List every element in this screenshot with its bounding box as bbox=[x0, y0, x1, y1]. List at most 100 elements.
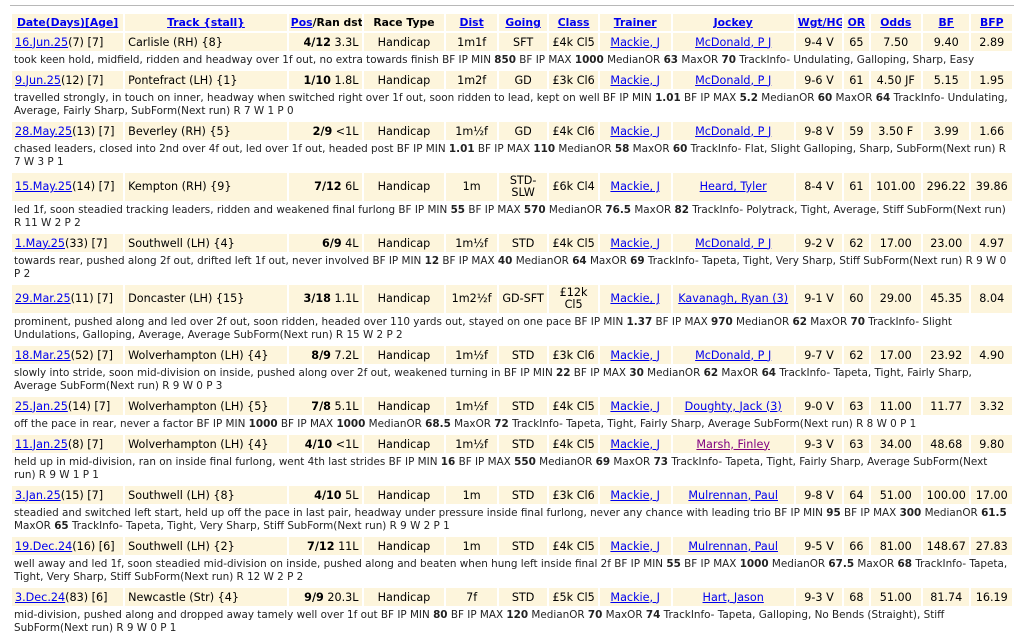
header-dist[interactable]: Dist bbox=[446, 14, 497, 31]
race-date-link[interactable]: 25.Jan.25 bbox=[15, 400, 68, 413]
comment-stat: 65 bbox=[54, 520, 69, 532]
comment-text: MaxOR bbox=[586, 255, 631, 267]
header-track[interactable]: Track {stall} bbox=[125, 14, 287, 31]
comment-stat: 58 bbox=[614, 143, 630, 155]
comment-text: MaxOR bbox=[678, 54, 722, 66]
jockey-link[interactable]: Kavanagh, Ryan (3) bbox=[678, 292, 788, 305]
position-cell: 3/18 1.1L bbox=[288, 285, 362, 313]
header-bf[interactable]: BF bbox=[923, 14, 970, 31]
comment-stat: 69 bbox=[595, 456, 611, 468]
date-cell: 16.Jun.25(7) [7] bbox=[12, 33, 124, 51]
race-comment: took keen hold, midfield, ridden and hea… bbox=[12, 53, 1012, 69]
distance-cell: 1m½f bbox=[446, 122, 497, 140]
trainer-link[interactable]: Mackie, J bbox=[610, 489, 660, 502]
class-cell: £5k Cl5 bbox=[549, 588, 598, 606]
date-cell: 18.Mar.25(52) [7] bbox=[12, 346, 124, 364]
comment-text: off the pace in rear, never a factor BF … bbox=[14, 418, 249, 430]
comment-text: BF IP MAX bbox=[447, 609, 507, 621]
header-bfp[interactable]: BFP bbox=[971, 14, 1012, 31]
race-type-cell: Handicap bbox=[363, 285, 445, 313]
comment-text: MaxOR bbox=[807, 316, 851, 328]
going-cell: GD-SFT bbox=[498, 285, 548, 313]
comment-stat: 74 bbox=[645, 609, 661, 621]
header-or[interactable]: OR bbox=[844, 14, 869, 31]
weight-cell: 9-5 V bbox=[795, 537, 843, 555]
comment-text: BF IP MAX bbox=[474, 143, 534, 155]
trainer-cell: Mackie, J bbox=[599, 71, 671, 89]
comment-text: MedianOR bbox=[757, 92, 818, 104]
jockey-link[interactable]: Heard, Tyler bbox=[700, 180, 767, 193]
comment-stat: 64 bbox=[572, 255, 587, 267]
position-cell: 4/10 <1L bbox=[288, 435, 362, 453]
days-age: (13) [7] bbox=[72, 124, 115, 138]
days-age: (33) [7] bbox=[65, 236, 108, 250]
comment-text: held up in mid-division, ran on inside f… bbox=[14, 456, 441, 468]
trainer-cell: Mackie, J bbox=[599, 435, 671, 453]
odds-cell: 101.00 bbox=[870, 173, 922, 201]
bfp-cell: 2.89 bbox=[971, 33, 1012, 51]
odds-cell: 51.00 bbox=[870, 486, 922, 504]
jockey-link[interactable]: McDonald, P J bbox=[695, 125, 771, 138]
jockey-link[interactable]: Doughty, Jack (3) bbox=[685, 400, 782, 413]
weight-cell: 9-3 V bbox=[795, 435, 843, 453]
comment-row: took keen hold, midfield, ridden and hea… bbox=[12, 53, 1012, 69]
race-date-link[interactable]: 28.May.25 bbox=[15, 125, 72, 138]
header-jockey[interactable]: Jockey bbox=[672, 14, 794, 31]
or-cell: 68 bbox=[844, 588, 869, 606]
header-odds[interactable]: Odds bbox=[870, 14, 922, 31]
comment-stat: 70 bbox=[721, 54, 736, 66]
header-going[interactable]: Going bbox=[498, 14, 548, 31]
distance-cell: 1m½f bbox=[446, 435, 497, 453]
race-date-link[interactable]: 29.Mar.25 bbox=[15, 292, 71, 305]
jockey-link[interactable]: Mulrennan, Paul bbox=[688, 489, 778, 502]
jockey-link[interactable]: Marsh, Finley bbox=[696, 438, 770, 451]
odds-cell: 29.00 bbox=[870, 285, 922, 313]
trainer-link[interactable]: Mackie, J bbox=[610, 125, 660, 138]
header-class[interactable]: Class bbox=[549, 14, 598, 31]
comment-stat: 1.01 bbox=[448, 143, 475, 155]
form-rows: 16.Jun.25(7) [7] Carlisle (RH) {8} 4/12 3.… bbox=[12, 33, 1012, 637]
header-ran-dst: /Ran dst bbox=[312, 16, 362, 29]
trainer-link[interactable]: Mackie, J bbox=[610, 292, 660, 305]
jockey-link[interactable]: McDonald, P J bbox=[695, 237, 771, 250]
jockey-link[interactable]: McDonald, P J bbox=[695, 74, 771, 87]
header-wgt[interactable]: Wgt/HG bbox=[795, 14, 843, 31]
trainer-link[interactable]: Mackie, J bbox=[610, 438, 660, 451]
race-comment: towards rear, pushed along 2f out, drift… bbox=[12, 254, 1012, 283]
trainer-link[interactable]: Mackie, J bbox=[610, 180, 660, 193]
trainer-link[interactable]: Mackie, J bbox=[610, 591, 660, 604]
header-trainer[interactable]: Trainer bbox=[599, 14, 671, 31]
or-cell: 62 bbox=[844, 234, 869, 252]
finish-position: 4/10 bbox=[304, 437, 333, 451]
header-pos[interactable]: Pos bbox=[291, 16, 313, 29]
race-date-link[interactable]: 1.May.25 bbox=[15, 237, 65, 250]
jockey-link[interactable]: McDonald, P J bbox=[695, 349, 771, 362]
trainer-link[interactable]: Mackie, J bbox=[610, 540, 660, 553]
jockey-cell: Doughty, Jack (3) bbox=[672, 397, 794, 415]
header-date[interactable]: Date(Days)[Age] bbox=[12, 14, 124, 31]
jockey-link[interactable]: McDonald, P J bbox=[695, 36, 771, 49]
trainer-link[interactable]: Mackie, J bbox=[610, 349, 660, 362]
race-date-link[interactable]: 11.Jan.25 bbox=[15, 438, 68, 451]
odds-cell: 17.00 bbox=[870, 234, 922, 252]
jockey-link[interactable]: Hart, Jason bbox=[703, 591, 764, 604]
finish-position: 7/12 bbox=[307, 539, 335, 553]
trainer-link[interactable]: Mackie, J bbox=[610, 400, 660, 413]
weight-cell: 9-3 V bbox=[795, 588, 843, 606]
going-cell: STD bbox=[498, 397, 548, 415]
race-date-link[interactable]: 3.Dec.24 bbox=[15, 591, 65, 604]
race-date-link[interactable]: 15.May.25 bbox=[15, 180, 72, 193]
trainer-link[interactable]: Mackie, J bbox=[610, 74, 660, 87]
trainer-link[interactable]: Mackie, J bbox=[610, 237, 660, 250]
race-date-link[interactable]: 9.Jun.25 bbox=[15, 74, 61, 87]
race-date-link[interactable]: 18.Mar.25 bbox=[15, 349, 71, 362]
race-date-link[interactable]: 19.Dec.24 bbox=[15, 540, 72, 553]
table-row: 11.Jan.25(8) [7] Wolverhampton (LH) {4} 4/… bbox=[12, 435, 1012, 453]
race-type-cell: Handicap bbox=[363, 537, 445, 555]
or-cell: 65 bbox=[844, 33, 869, 51]
distance-cell: 1m1f bbox=[446, 33, 497, 51]
jockey-link[interactable]: Mulrennan, Paul bbox=[688, 540, 778, 553]
race-date-link[interactable]: 3.Jan.25 bbox=[15, 489, 61, 502]
race-date-link[interactable]: 16.Jun.25 bbox=[15, 36, 68, 49]
trainer-link[interactable]: Mackie, J bbox=[610, 36, 660, 49]
